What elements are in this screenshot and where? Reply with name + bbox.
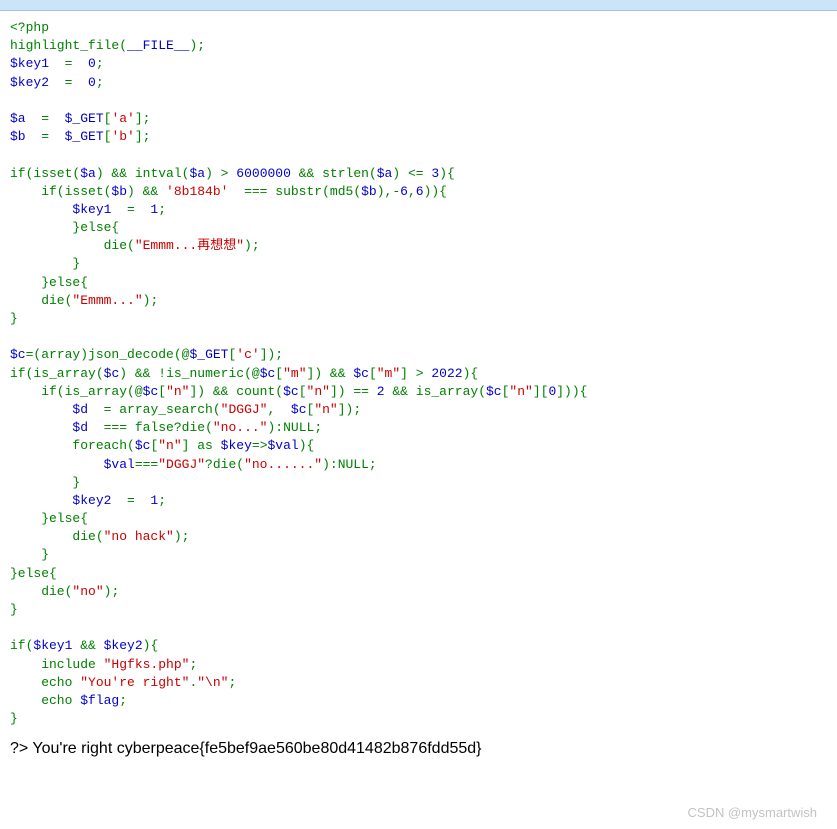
php-open: <?php [10, 20, 49, 35]
fn-highlight: highlight_file [10, 38, 119, 53]
output-line: ?> You're right cyberpeace{fe5bef9ae560b… [0, 736, 837, 778]
php-close: ?> [10, 740, 32, 757]
watermark: CSDN @mysmartwish [688, 805, 817, 820]
flag-output: You're right cyberpeace{fe5bef9ae560be80… [32, 740, 481, 757]
code-block: <?php highlight_file(__FILE__); $key1 = … [0, 11, 837, 736]
window-topbar [0, 0, 837, 11]
